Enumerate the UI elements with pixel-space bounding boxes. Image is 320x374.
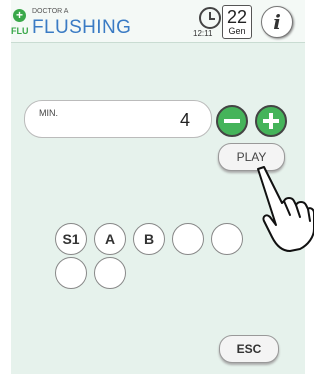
hand-pointer-icon bbox=[257, 166, 314, 252]
screen: + FLU DOCTOR A FLUSHING 12:11 22 Gen i M… bbox=[11, 0, 314, 374]
brand-plus-icon: + bbox=[13, 9, 26, 22]
esc-button[interactable]: ESC bbox=[219, 335, 279, 363]
decrease-button[interactable] bbox=[216, 105, 248, 137]
info-button[interactable]: i bbox=[261, 6, 293, 38]
page-title: FLUSHING bbox=[32, 17, 132, 38]
slot-button[interactable]: S1 bbox=[55, 223, 87, 255]
minutes-value: 4 bbox=[180, 110, 191, 130]
slot-button[interactable] bbox=[55, 257, 87, 289]
slot-button[interactable]: B bbox=[133, 223, 165, 255]
user-name: DOCTOR A bbox=[32, 8, 69, 15]
slot-button[interactable] bbox=[211, 223, 243, 255]
slot-group: S1 A B bbox=[55, 223, 255, 293]
clock-icon bbox=[199, 7, 221, 29]
minutes-field[interactable]: MIN. 4 bbox=[24, 100, 212, 138]
slot-button[interactable] bbox=[172, 223, 204, 255]
clock-time: 12:11 bbox=[193, 29, 213, 38]
increase-button[interactable] bbox=[255, 105, 287, 137]
minus-icon bbox=[224, 119, 240, 123]
minutes-label: MIN. bbox=[39, 108, 58, 118]
generation-label: Gen bbox=[228, 26, 246, 36]
slot-button[interactable]: A bbox=[94, 223, 126, 255]
generation-box: 22 Gen bbox=[222, 5, 252, 39]
header: + FLU DOCTOR A FLUSHING 12:11 22 Gen i bbox=[11, 0, 305, 43]
slot-button[interactable] bbox=[94, 257, 126, 289]
brand-label: FLU bbox=[11, 26, 29, 36]
generation-number: 22 bbox=[226, 7, 248, 27]
